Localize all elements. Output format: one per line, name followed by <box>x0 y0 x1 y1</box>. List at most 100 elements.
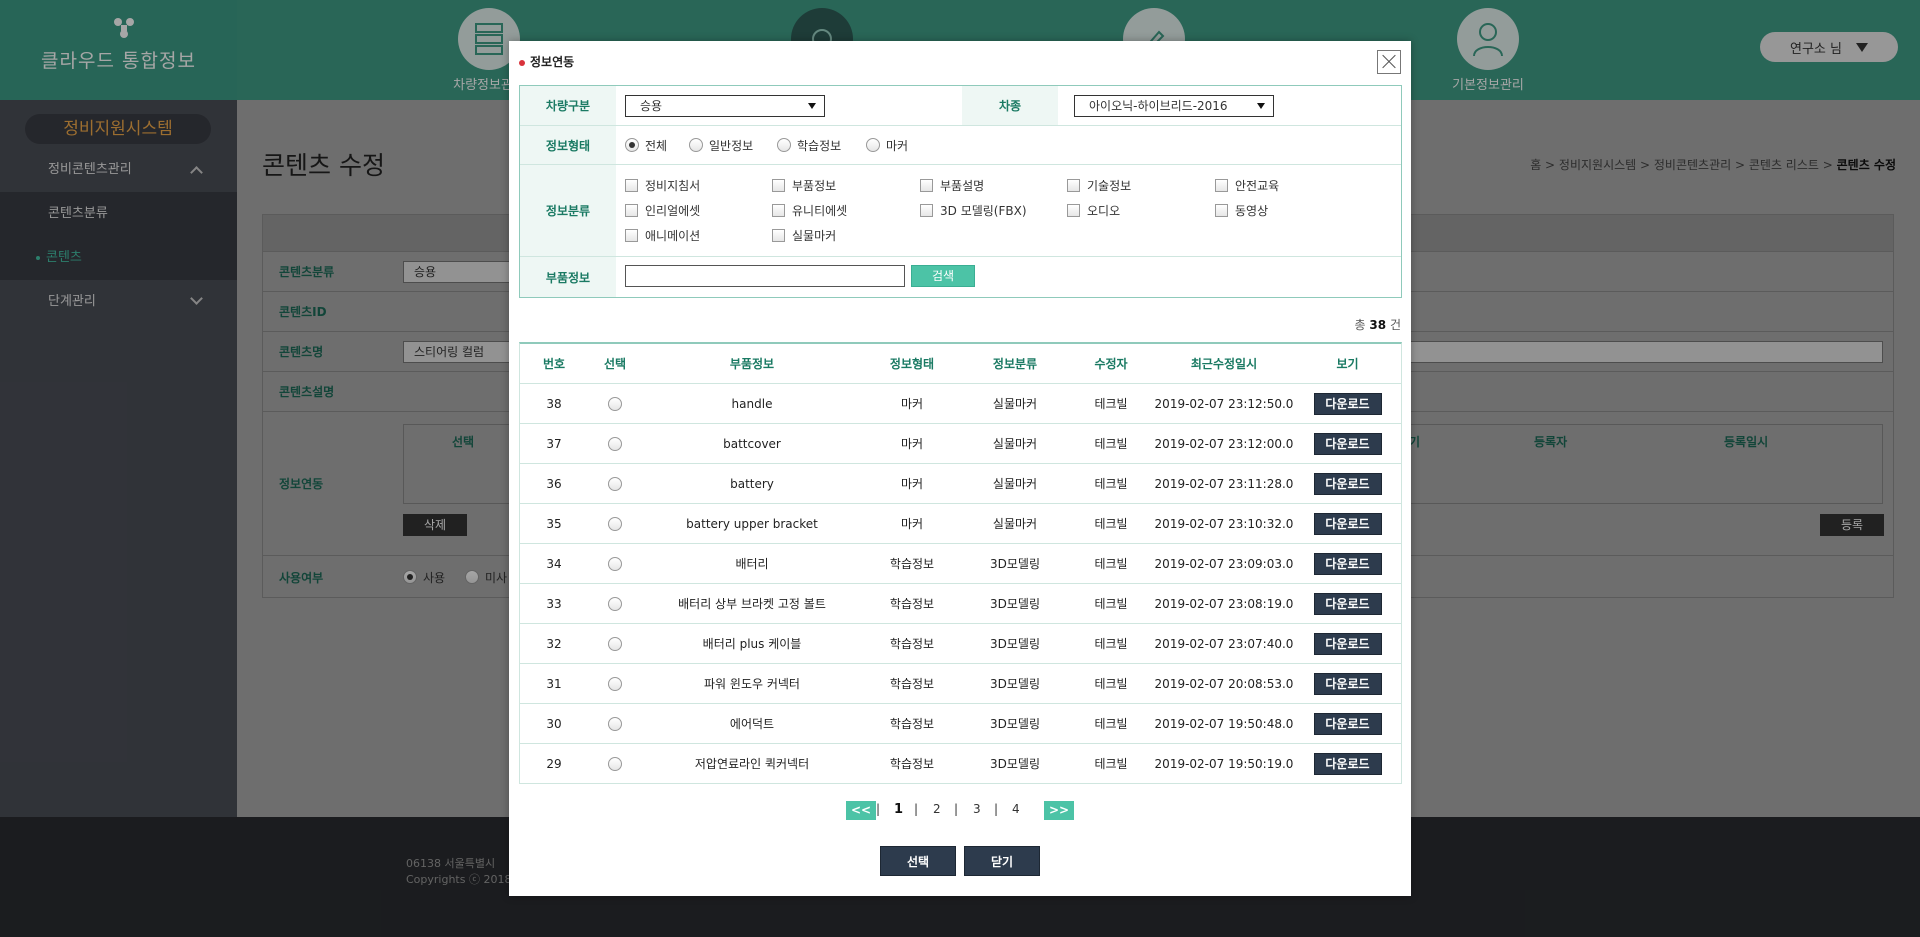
table-row[interactable]: 32 배터리 plus 케이블 학습정보 3D모델링 테크빌 2019-02-07 23:… <box>520 624 1401 664</box>
row-select-radio[interactable] <box>608 676 622 691</box>
checkbox-label: 안전교육 <box>1235 179 1280 193</box>
part-search-input[interactable] <box>625 265 905 287</box>
cell-date: 2019-02-07 23:12:00.0 <box>1154 436 1294 451</box>
table-row[interactable]: 34 배터리 학습정보 3D모델링 테크빌 2019-02-07 23:09:03.0 다운… <box>520 544 1401 584</box>
row-select-radio[interactable] <box>608 476 622 491</box>
download-button[interactable]: 다운로드 <box>1313 472 1382 495</box>
checkbox-icon <box>1215 179 1228 192</box>
pager-page-1[interactable]: 1 <box>894 802 903 817</box>
download-button[interactable]: 다운로드 <box>1313 552 1382 575</box>
total-count: 총 38 건 <box>1355 316 1401 333</box>
row-select-radio[interactable] <box>608 716 622 731</box>
filter-label: 차종 <box>962 86 1058 125</box>
row-select-radio[interactable] <box>608 596 622 611</box>
checkbox-label: 정비지침서 <box>645 179 701 193</box>
info-class-checkbox[interactable]: 기술정보 <box>1067 177 1131 194</box>
pager-page-4[interactable]: 4 <box>1012 802 1020 816</box>
cell-date: 2019-02-07 19:50:48.0 <box>1154 716 1294 731</box>
pager-separator: | <box>994 802 999 816</box>
cell-part: handle <box>731 396 773 411</box>
cell-date: 2019-02-07 23:11:28.0 <box>1154 476 1294 491</box>
pager-page-3[interactable]: 3 <box>973 802 981 816</box>
table-row[interactable]: 37 battcover 마커 실물마커 테크빌 2019-02-07 23:12:00.… <box>520 424 1401 464</box>
checkbox-icon <box>772 179 785 192</box>
result-table: 번호 선택 부품정보 정보형태 정보분류 수정자 최근수정일시 보기 38 han… <box>519 342 1402 784</box>
row-select-radio[interactable] <box>608 636 622 651</box>
cell-editor: 테크빌 <box>1094 557 1128 571</box>
info-class-checkbox[interactable]: 애니메이션 <box>625 227 700 244</box>
download-button[interactable]: 다운로드 <box>1313 672 1382 695</box>
info-class-checkbox[interactable]: 안전교육 <box>1215 177 1279 194</box>
row-select-radio[interactable] <box>608 516 622 531</box>
info-link-modal: 정보연동 차량구분 승용 차종 아이오닉-하이브리드-2016 정보형태 전체 … <box>509 41 1411 896</box>
download-button[interactable]: 다운로드 <box>1313 512 1382 535</box>
info-class-checkbox[interactable]: 실물마커 <box>772 227 836 244</box>
cell-date: 2019-02-07 23:10:32.0 <box>1154 516 1294 531</box>
info-class-checkbox[interactable]: 정비지침서 <box>625 177 700 194</box>
info-class-checkbox[interactable]: 부품설명 <box>920 177 984 194</box>
cell-date: 2019-02-07 20:08:53.0 <box>1154 676 1294 691</box>
table-row[interactable]: 30 에어덕트 학습정보 3D모델링 테크빌 2019-02-07 19:50:48.0 다… <box>520 704 1401 744</box>
info-class-checkbox[interactable]: 동영상 <box>1215 202 1268 219</box>
row-select-radio[interactable] <box>608 756 622 771</box>
close-icon[interactable] <box>1377 50 1401 74</box>
info-class-checkbox[interactable]: 3D 모델링(FBX) <box>920 202 1027 219</box>
download-button[interactable]: 다운로드 <box>1313 752 1382 775</box>
cell-part: 배터리 <box>735 557 769 571</box>
pager-page-2[interactable]: 2 <box>933 802 941 816</box>
filter-label: 차량구분 <box>520 86 616 125</box>
info-class-checkbox[interactable]: 인리얼에셋 <box>625 202 700 219</box>
view-cell: 다운로드 <box>1294 624 1401 663</box>
checkbox-icon <box>772 229 785 242</box>
select-cell <box>588 704 642 743</box>
view-cell: 다운로드 <box>1294 424 1401 463</box>
download-button[interactable]: 다운로드 <box>1313 632 1382 655</box>
pager-prev-button[interactable]: << <box>846 801 876 820</box>
download-button[interactable]: 다운로드 <box>1313 592 1382 615</box>
cell-class: 3D모델링 <box>990 557 1040 571</box>
radio-label: 전체 <box>645 138 668 153</box>
info-form-option-all[interactable]: 전체 <box>625 126 667 164</box>
table-row[interactable]: 31 파워 윈도우 커넥터 학습정보 3D모델링 테크빌 2019-02-07 20:08… <box>520 664 1401 704</box>
cell-form: 마커 <box>900 477 924 491</box>
cell-part: battery <box>730 476 774 491</box>
info-class-checkbox[interactable]: 유니티에셋 <box>772 202 847 219</box>
info-form-option-general[interactable]: 일반정보 <box>689 126 753 164</box>
cell-editor: 테크빌 <box>1094 517 1128 531</box>
row-select-radio[interactable] <box>608 556 622 571</box>
modal-title-text: 정보연동 <box>530 55 575 69</box>
download-button[interactable]: 다운로드 <box>1313 432 1382 455</box>
table-row[interactable]: 36 battery 마커 실물마커 테크빌 2019-02-07 23:11:28.0 다… <box>520 464 1401 504</box>
checkbox-label: 기술정보 <box>1087 179 1132 193</box>
info-form-option-marker[interactable]: 마커 <box>866 126 908 164</box>
table-row[interactable]: 35 battery upper bracket 마커 실물마커 테크빌 2019-02-… <box>520 504 1401 544</box>
info-class-checkbox[interactable]: 부품정보 <box>772 177 836 194</box>
select-button[interactable]: 선택 <box>880 846 956 876</box>
cell-class: 실물마커 <box>992 517 1038 531</box>
row-select-radio[interactable] <box>608 436 622 451</box>
info-class-checkbox[interactable]: 오디오 <box>1067 202 1120 219</box>
table-row[interactable]: 38 handle 마커 실물마커 테크빌 2019-02-07 23:12:50.0 다운… <box>520 384 1401 424</box>
model-select[interactable]: 아이오닉-하이브리드-2016 <box>1074 95 1274 117</box>
checkbox-label: 부품설명 <box>940 179 985 193</box>
info-form-option-learning[interactable]: 학습정보 <box>777 126 841 164</box>
view-cell: 다운로드 <box>1294 384 1401 423</box>
select-cell <box>588 624 642 663</box>
select-value: 아이오닉-하이브리드-2016 <box>1089 99 1228 113</box>
cell-editor: 테크빌 <box>1094 717 1128 731</box>
close-button[interactable]: 닫기 <box>964 846 1040 876</box>
row-select-radio[interactable] <box>608 396 622 411</box>
column-header: 수정자 <box>1094 357 1128 371</box>
checkbox-icon <box>920 179 933 192</box>
pager-next-button[interactable]: >> <box>1044 801 1074 820</box>
table-row[interactable]: 29 저압연료라인 퀵커넥터 학습정보 3D모델링 테크빌 2019-02-07 19:5… <box>520 744 1401 784</box>
view-cell: 다운로드 <box>1294 464 1401 503</box>
table-row[interactable]: 33 배터리 상부 브라켓 고정 볼트 학습정보 3D모델링 테크빌 2019-02-07… <box>520 584 1401 624</box>
download-button[interactable]: 다운로드 <box>1313 392 1382 415</box>
vehicle-type-select[interactable]: 승용 <box>625 95 825 117</box>
checkbox-icon <box>920 204 933 217</box>
checkbox-label: 유니티에셋 <box>792 204 848 218</box>
download-button[interactable]: 다운로드 <box>1313 712 1382 735</box>
search-button[interactable]: 검색 <box>911 265 975 287</box>
filter-row-part: 부품정보 검색 <box>520 257 1401 297</box>
